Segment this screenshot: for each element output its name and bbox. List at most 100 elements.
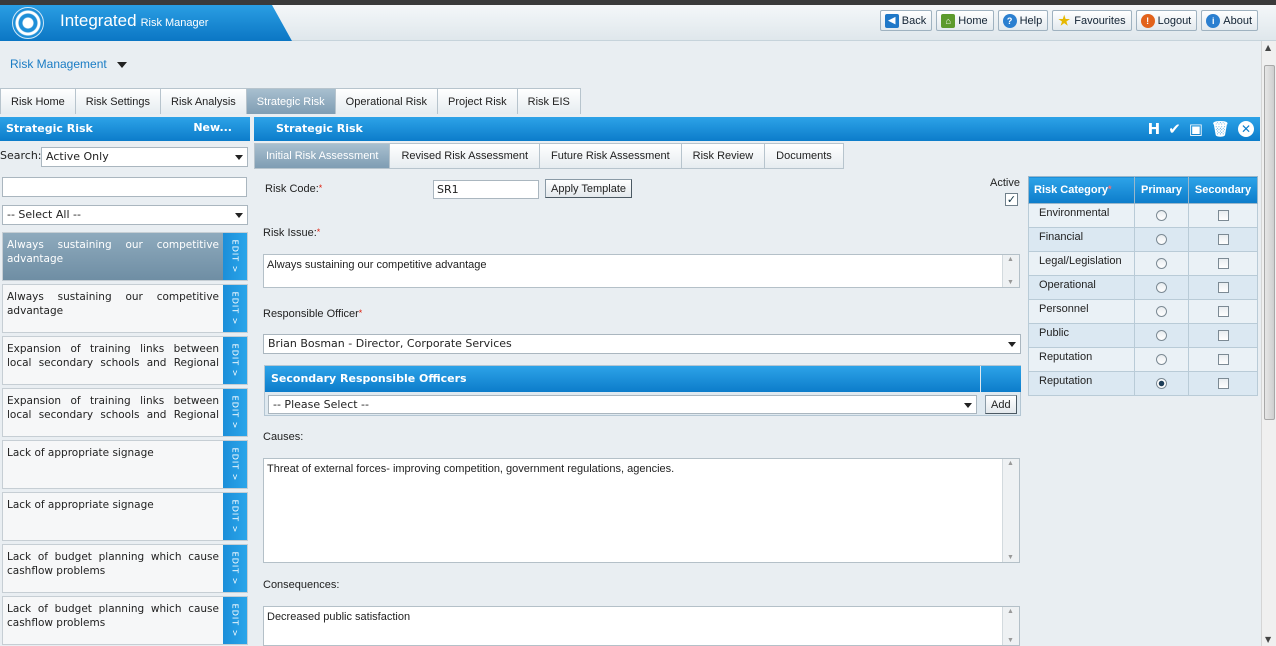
secondary-checkbox[interactable] bbox=[1217, 258, 1229, 269]
form-title: Strategic Risk bbox=[276, 122, 363, 135]
tab-risk-eis[interactable]: Risk EIS bbox=[516, 88, 581, 114]
list-item[interactable]: Lack of appropriate signage EDIT > bbox=[2, 492, 248, 541]
edit-button[interactable]: EDIT > bbox=[223, 545, 247, 592]
page-scrollbar[interactable]: ▲ ▼ bbox=[1261, 41, 1276, 646]
search-input[interactable] bbox=[2, 177, 247, 197]
tab-risk-settings[interactable]: Risk Settings bbox=[74, 88, 161, 114]
category-name: Public bbox=[1028, 323, 1135, 348]
risk-issue-label-text: Risk Issue: bbox=[263, 227, 317, 239]
back-button[interactable]: ◀ Back bbox=[879, 10, 933, 31]
secondary-checkbox[interactable] bbox=[1217, 306, 1229, 317]
about-button[interactable]: i About bbox=[1201, 10, 1258, 31]
list-item[interactable]: Lack of budget planning which cause cash… bbox=[2, 596, 248, 645]
secondary-checkbox[interactable] bbox=[1217, 378, 1229, 389]
primary-radio[interactable] bbox=[1156, 330, 1167, 341]
textarea-scrollbar[interactable] bbox=[1002, 607, 1019, 645]
module-selector[interactable]: Risk Management bbox=[10, 57, 127, 71]
hierarchy-icon[interactable]: H bbox=[1148, 119, 1161, 139]
help-button[interactable]: ? Help bbox=[997, 10, 1049, 31]
app-title: Integrated Risk Manager bbox=[60, 11, 208, 31]
tab-risk-analysis[interactable]: Risk Analysis bbox=[160, 88, 247, 114]
active-checkbox[interactable]: ✓ bbox=[1005, 193, 1018, 206]
edit-button[interactable]: EDIT > bbox=[223, 285, 247, 332]
spellcheck-icon[interactable]: ✔ bbox=[1168, 119, 1181, 139]
category-name: Financial bbox=[1028, 227, 1135, 252]
risk-code-field[interactable]: SR1 bbox=[433, 180, 539, 199]
scrollbar-thumb[interactable] bbox=[1264, 65, 1275, 420]
tab-strategic-risk[interactable]: Strategic Risk bbox=[245, 88, 336, 114]
left-panel-title: Strategic Risk bbox=[6, 122, 93, 135]
secondary-cell bbox=[1188, 323, 1258, 348]
risk-code-label-text: Risk Code: bbox=[265, 183, 319, 195]
tab-project-risk[interactable]: Project Risk bbox=[436, 88, 518, 114]
scroll-down-icon[interactable]: ▼ bbox=[1265, 635, 1271, 644]
edit-button[interactable]: EDIT > bbox=[223, 389, 247, 436]
filter-select-value: Active Only bbox=[46, 150, 109, 163]
add-officer-button[interactable]: Add bbox=[985, 395, 1017, 414]
home-icon: ⌂ bbox=[941, 13, 956, 28]
back-arrow-icon: ◀ bbox=[884, 13, 899, 28]
about-label: About bbox=[1223, 14, 1252, 27]
risk-issue-field[interactable]: Always sustaining our competitive advant… bbox=[263, 254, 1020, 288]
primary-radio[interactable] bbox=[1156, 234, 1167, 245]
primary-radio[interactable] bbox=[1156, 210, 1167, 221]
responsible-officer-select[interactable]: Brian Bosman - Director, Corporate Servi… bbox=[263, 334, 1021, 354]
secondary-checkbox[interactable] bbox=[1217, 330, 1229, 341]
secondary-checkbox[interactable] bbox=[1217, 234, 1229, 245]
tab-operational-risk[interactable]: Operational Risk bbox=[334, 88, 438, 114]
list-item[interactable]: Always sustaining our competitive advant… bbox=[2, 232, 248, 281]
list-item[interactable]: Lack of budget planning which cause cash… bbox=[2, 544, 248, 593]
tab-documents[interactable]: Documents bbox=[764, 143, 844, 169]
help-label: Help bbox=[1019, 14, 1043, 27]
textarea-scrollbar[interactable] bbox=[1002, 255, 1019, 287]
primary-radio[interactable] bbox=[1156, 354, 1167, 365]
favourites-button[interactable]: ★ Favourites bbox=[1052, 10, 1132, 31]
edit-button[interactable]: EDIT > bbox=[223, 493, 247, 540]
logout-button[interactable]: ! Logout bbox=[1135, 10, 1198, 31]
consequences-field[interactable]: Decreased public satisfaction bbox=[263, 606, 1020, 646]
edit-button[interactable]: EDIT > bbox=[223, 337, 247, 384]
logout-icon: ! bbox=[1140, 13, 1155, 28]
tab-risk-home[interactable]: Risk Home bbox=[0, 88, 76, 114]
secondary-checkbox[interactable] bbox=[1217, 354, 1229, 365]
new-risk-button[interactable]: New... bbox=[193, 121, 232, 134]
secondary-checkbox[interactable] bbox=[1217, 210, 1229, 221]
edit-button[interactable]: EDIT > bbox=[223, 441, 247, 488]
select-all-dropdown[interactable]: -- Select All -- bbox=[2, 205, 248, 225]
secondary-cell bbox=[1188, 347, 1258, 372]
primary-cell bbox=[1134, 323, 1189, 348]
apply-template-button[interactable]: Apply Template bbox=[545, 179, 633, 198]
list-item[interactable]: Expansion of training links between loca… bbox=[2, 336, 248, 385]
secondary-officers-panel: Secondary Responsible Officers -- Please… bbox=[264, 365, 1021, 416]
edit-button[interactable]: EDIT > bbox=[223, 233, 247, 280]
primary-radio[interactable] bbox=[1156, 306, 1167, 317]
tab-initial-risk-assessment[interactable]: Initial Risk Assessment bbox=[254, 143, 391, 169]
tab-risk-review[interactable]: Risk Review bbox=[680, 143, 766, 169]
main-tabs: Risk Home Risk Settings Risk Analysis St… bbox=[0, 88, 581, 114]
table-row: Operational bbox=[1028, 275, 1258, 300]
home-button[interactable]: ⌂ Home bbox=[936, 10, 994, 31]
list-item-text: Always sustaining our competitive advant… bbox=[7, 239, 219, 265]
save-icon[interactable]: ▣ bbox=[1189, 119, 1203, 139]
primary-radio[interactable] bbox=[1156, 258, 1167, 269]
causes-field[interactable]: Threat of external forces- improving com… bbox=[263, 458, 1020, 563]
textarea-scrollbar[interactable] bbox=[1002, 459, 1019, 562]
list-item-text: Lack of budget planning which cause cash… bbox=[7, 551, 219, 577]
primary-radio-selected[interactable] bbox=[1156, 378, 1167, 389]
responsible-officer-label-text: Responsible Officer bbox=[263, 308, 359, 320]
tab-future-risk-assessment[interactable]: Future Risk Assessment bbox=[539, 143, 682, 169]
tab-revised-risk-assessment[interactable]: Revised Risk Assessment bbox=[389, 143, 541, 169]
delete-icon[interactable]: 🗑 bbox=[1211, 119, 1230, 139]
assessment-tabs: Initial Risk Assessment Revised Risk Ass… bbox=[254, 143, 844, 169]
primary-radio[interactable] bbox=[1156, 282, 1167, 293]
edit-button[interactable]: EDIT > bbox=[223, 597, 247, 644]
list-item[interactable]: Expansion of training links between loca… bbox=[2, 388, 248, 437]
search-label: Search: bbox=[0, 149, 42, 162]
secondary-officer-select[interactable]: -- Please Select -- bbox=[268, 395, 977, 414]
scroll-up-icon[interactable]: ▲ bbox=[1265, 43, 1271, 52]
list-item[interactable]: Always sustaining our competitive advant… bbox=[2, 284, 248, 333]
list-item[interactable]: Lack of appropriate signage EDIT > bbox=[2, 440, 248, 489]
filter-select[interactable]: Active Only bbox=[41, 147, 248, 167]
secondary-checkbox[interactable] bbox=[1217, 282, 1229, 293]
close-icon[interactable]: ✕ bbox=[1238, 121, 1254, 137]
